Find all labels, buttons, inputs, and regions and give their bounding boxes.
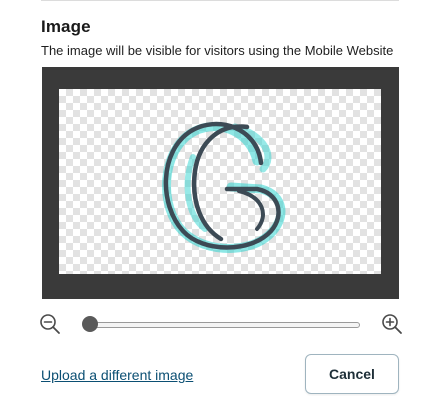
upload-different-image-link[interactable]: Upload a different image bbox=[41, 367, 193, 383]
image-preview[interactable] bbox=[59, 89, 381, 274]
cancel-button[interactable]: Cancel bbox=[305, 354, 399, 394]
image-crop-editor[interactable] bbox=[42, 67, 399, 299]
divider bbox=[41, 0, 399, 1]
image-settings-panel: Image The image will be visible for visi… bbox=[0, 0, 431, 396]
g-logo-image bbox=[162, 121, 286, 253]
zoom-out-icon[interactable] bbox=[38, 312, 62, 336]
zoom-controls bbox=[38, 310, 404, 338]
section-title: Image bbox=[41, 17, 91, 36]
zoom-slider-track bbox=[90, 322, 360, 328]
zoom-in-icon[interactable] bbox=[380, 312, 404, 336]
zoom-slider[interactable] bbox=[82, 315, 360, 333]
section-description: The image will be visible for visitors u… bbox=[41, 43, 394, 58]
zoom-slider-handle[interactable] bbox=[82, 316, 98, 332]
